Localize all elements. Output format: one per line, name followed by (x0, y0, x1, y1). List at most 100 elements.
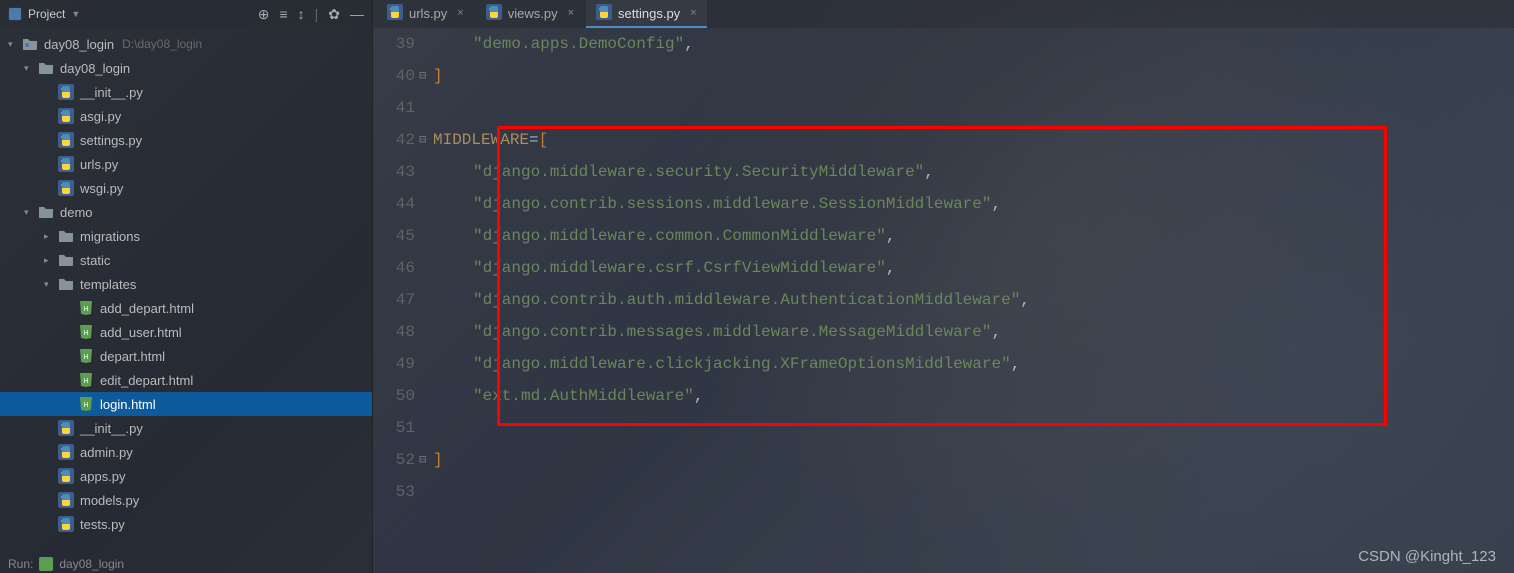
py-icon (58, 468, 76, 484)
fold-marker-icon[interactable]: ⊟ (419, 124, 426, 156)
code-line-53[interactable] (433, 476, 1514, 508)
code-line-50[interactable]: "ext.md.AuthMiddleware", (433, 380, 1514, 412)
line-number: 41 (373, 92, 415, 124)
tree-item-label: depart.html (100, 349, 165, 364)
tree-item-asgi-py[interactable]: asgi.py (0, 104, 372, 128)
code-line-41[interactable] (433, 92, 1514, 124)
tree-item-depart-html[interactable]: Hdepart.html (0, 344, 372, 368)
chevron-right-icon[interactable]: ▸ (44, 255, 58, 266)
tab-label: urls.py (409, 6, 447, 21)
chevron-right-icon[interactable]: ▸ (44, 231, 58, 242)
html-icon: H (78, 324, 96, 340)
code-token: , (684, 28, 694, 60)
code-line-52[interactable]: ⊟] (433, 444, 1514, 476)
tree-item-admin-py[interactable]: admin.py (0, 440, 372, 464)
tree-item-label: add_depart.html (100, 301, 194, 316)
svg-text:H: H (83, 330, 88, 337)
tree-item-label: static (80, 253, 110, 268)
settings-icon[interactable]: ✿ (328, 6, 340, 23)
code-line-46[interactable]: "django.middleware.csrf.CsrfViewMiddlewa… (433, 252, 1514, 284)
tree-item-add_depart-html[interactable]: Hadd_depart.html (0, 296, 372, 320)
chevron-down-icon[interactable]: ▾ (44, 279, 58, 290)
tree-item-__init__-py[interactable]: __init__.py (0, 416, 372, 440)
tree-item-demo[interactable]: ▾ demo (0, 200, 372, 224)
chevron-down-icon[interactable]: ▾ (8, 39, 22, 50)
tab-views-py[interactable]: views.py× (476, 0, 584, 28)
close-icon[interactable]: × (690, 7, 696, 19)
tree-item-label: migrations (80, 229, 140, 244)
code-line-47[interactable]: "django.contrib.auth.middleware.Authenti… (433, 284, 1514, 316)
chevron-down-icon[interactable]: ▾ (24, 207, 38, 218)
tree-item-path: D:\day08_login (122, 37, 202, 51)
code-line-44[interactable]: "django.contrib.sessions.middleware.Sess… (433, 188, 1514, 220)
py-icon (58, 516, 76, 532)
project-tool-icon (8, 7, 22, 21)
fold-marker-icon[interactable]: ⊟ (419, 444, 426, 476)
tree-item-login-html[interactable]: Hlogin.html (0, 392, 372, 416)
tree-item-label: add_user.html (100, 325, 182, 340)
code-line-43[interactable]: "django.middleware.security.SecurityMidd… (433, 156, 1514, 188)
tree-item-templates[interactable]: ▾templates (0, 272, 372, 296)
tree-item-models-py[interactable]: models.py (0, 488, 372, 512)
tree-item-label: login.html (100, 397, 156, 412)
tree-item-migrations[interactable]: ▸ migrations (0, 224, 372, 248)
tab-urls-py[interactable]: urls.py × (377, 0, 474, 28)
code-content[interactable]: "demo.apps.DemoConfig",⊟]⊟MIDDLEWARE = [… (433, 28, 1514, 573)
tree-item-label: admin.py (80, 445, 133, 460)
code-line-48[interactable]: "django.contrib.messages.middleware.Mess… (433, 316, 1514, 348)
expand-icon[interactable]: ≡ (279, 6, 287, 22)
code-line-42[interactable]: ⊟MIDDLEWARE = [ (433, 124, 1514, 156)
collapse-icon[interactable]: ↕ (298, 6, 305, 22)
code-line-49[interactable]: "django.middleware.clickjacking.XFrameOp… (433, 348, 1514, 380)
code-line-40[interactable]: ⊟] (433, 60, 1514, 92)
line-number: 42 (373, 124, 415, 156)
hide-icon[interactable]: — (350, 6, 364, 22)
tree-item-apps-py[interactable]: apps.py (0, 464, 372, 488)
code-line-51[interactable] (433, 412, 1514, 444)
code-token: , (1020, 284, 1030, 316)
html-icon: H (78, 396, 96, 412)
tree-item-urls-py[interactable]: urls.py (0, 152, 372, 176)
code-token: "django.contrib.auth.middleware.Authenti… (473, 284, 1020, 316)
close-icon[interactable]: × (457, 7, 463, 19)
tab-settings-py[interactable]: settings.py× (586, 0, 707, 28)
tree-item-__init__-py[interactable]: __init__.py (0, 80, 372, 104)
html-icon: H (78, 300, 96, 316)
line-number: 44 (373, 188, 415, 220)
tree-item-label: settings.py (80, 133, 142, 148)
dropdown-icon: ▼ (71, 9, 80, 19)
tree-item-static[interactable]: ▸ static (0, 248, 372, 272)
chevron-down-icon[interactable]: ▾ (24, 63, 38, 74)
svg-text:H: H (83, 306, 88, 313)
tree-item-label: asgi.py (80, 109, 121, 124)
folder-icon (58, 252, 76, 268)
py-icon (58, 156, 76, 172)
editor-body[interactable]: 394041424344454647484950515253 "demo.app… (373, 28, 1514, 573)
line-number: 53 (373, 476, 415, 508)
code-line-39[interactable]: "demo.apps.DemoConfig", (433, 28, 1514, 60)
tree-item-tests-py[interactable]: tests.py (0, 512, 372, 536)
svg-text:H: H (83, 378, 88, 385)
folder-icon (38, 60, 56, 76)
tree-item-day08_login[interactable]: ▾day08_loginD:\day08_login (0, 32, 372, 56)
code-line-45[interactable]: "django.middleware.common.CommonMiddlewa… (433, 220, 1514, 252)
sidebar-title[interactable]: Project ▼ (8, 7, 80, 21)
tree-item-settings-py[interactable]: settings.py (0, 128, 372, 152)
line-number: 43 (373, 156, 415, 188)
locate-icon[interactable]: ⊕ (258, 6, 270, 23)
run-label: Run: (8, 557, 33, 571)
tree-item-day08_login[interactable]: ▾day08_login (0, 56, 372, 80)
line-number: 49 (373, 348, 415, 380)
tree-item-add_user-html[interactable]: Hadd_user.html (0, 320, 372, 344)
tree-item-label: demo (60, 205, 93, 220)
fold-marker-icon[interactable]: ⊟ (419, 60, 426, 92)
tree-item-wsgi-py[interactable]: wsgi.py (0, 176, 372, 200)
tree-item-edit_depart-html[interactable]: Hedit_depart.html (0, 368, 372, 392)
code-token: ] (433, 444, 443, 476)
django-run-icon (39, 557, 53, 571)
project-tree[interactable]: ▾day08_loginD:\day08_login▾day08_login__… (0, 28, 372, 573)
code-token: , (924, 156, 934, 188)
close-icon[interactable]: × (568, 7, 574, 19)
py-icon (58, 492, 76, 508)
run-bar[interactable]: Run: day08_login (0, 555, 373, 573)
